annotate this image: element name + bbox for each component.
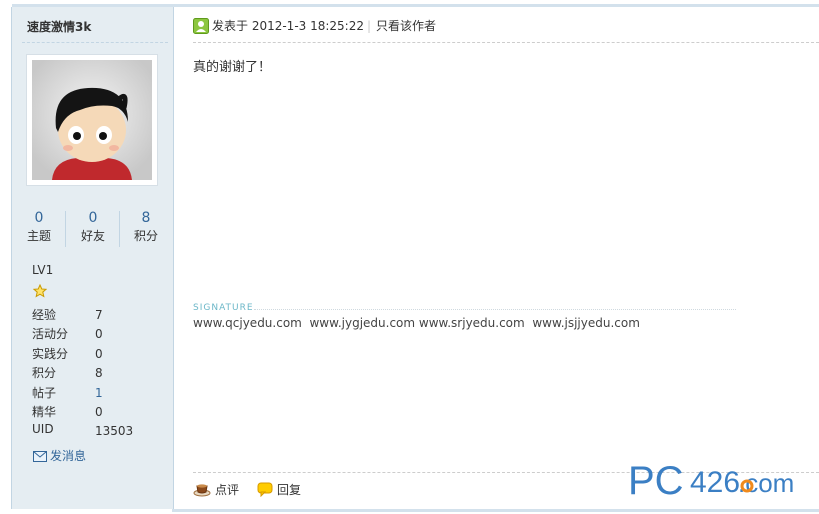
post-body: 真的谢谢了！ <box>193 60 272 75</box>
post-date: 发表于 2012-1-3 18:25:22 <box>212 19 364 33</box>
info-value: 0 <box>95 404 103 419</box>
author-online-icon <box>193 18 209 34</box>
author-sidebar: 速度激情3k 0 主题 0 好友 8 积分 LV1 经验 7 活动分 0 实践分… <box>11 7 174 509</box>
stat-threads-label: 主题 <box>26 229 51 243</box>
info-key: 帖子 <box>32 385 57 400</box>
signature-divider <box>254 309 736 310</box>
info-key: 精华 <box>32 404 57 419</box>
stat-threads[interactable]: 0 主题 <box>12 209 66 249</box>
envelope-icon <box>33 451 47 462</box>
comment-label: 点评 <box>215 483 240 497</box>
watermark-text-right: .com <box>738 468 794 498</box>
info-value: 0 <box>95 346 103 361</box>
header-pipe: | <box>367 19 372 33</box>
page-bottom-border <box>172 509 819 512</box>
post-header-divider <box>193 42 819 43</box>
author-stats: 0 主题 0 好友 8 积分 <box>12 209 173 249</box>
watermark-text-left: PC <box>628 459 684 500</box>
info-key: 积分 <box>32 366 57 381</box>
info-key: 经验 <box>32 308 57 322</box>
info-value: 8 <box>95 366 103 381</box>
stat-friends[interactable]: 0 好友 <box>66 209 120 249</box>
speech-bubble-icon <box>257 482 273 498</box>
send-message-label: 发消息 <box>50 449 87 463</box>
stat-friends-label: 好友 <box>80 229 105 243</box>
reply-label: 回复 <box>277 483 302 497</box>
stat-threads-value: 0 <box>34 210 44 226</box>
stat-points[interactable]: 8 积分 <box>119 209 173 249</box>
author-only-link[interactable]: 只看该作者 <box>376 17 436 35</box>
signature-text: www.qcjyedu.com www.jygjedu.com www.srjy… <box>193 316 640 330</box>
info-key: UID <box>32 422 54 437</box>
stat-friends-value: 0 <box>88 210 98 226</box>
reply-button[interactable]: 回复 <box>257 481 301 498</box>
info-value: 13503 <box>95 424 134 439</box>
author-username[interactable]: 速度激情3k <box>27 18 91 35</box>
post-header: 发表于 2012-1-3 18:25:22 | 只看该作者 <box>193 17 819 35</box>
comment-button[interactable]: 点评 <box>193 481 239 498</box>
info-key: 活动分 <box>32 327 69 342</box>
watermark-text-mid: 426 <box>690 466 740 499</box>
coffee-cup-icon <box>193 484 211 497</box>
signature-label: SIGNATURE <box>193 303 254 313</box>
info-value: 0 <box>95 327 103 342</box>
star-icon <box>33 284 47 298</box>
pc426-watermark-logo: PC 426 .com <box>628 456 803 503</box>
avatar[interactable] <box>26 54 158 186</box>
user-level: LV1 <box>32 263 54 277</box>
stat-points-value: 8 <box>141 210 151 226</box>
info-posts-link[interactable]: 1 <box>95 386 103 400</box>
info-key: 实践分 <box>32 346 69 361</box>
info-value: 7 <box>95 308 103 322</box>
stat-points-label: 积分 <box>133 229 158 243</box>
send-message-link[interactable]: 发消息 <box>33 447 86 464</box>
sidebar-divider <box>22 42 168 43</box>
avatar-icon <box>32 60 152 180</box>
